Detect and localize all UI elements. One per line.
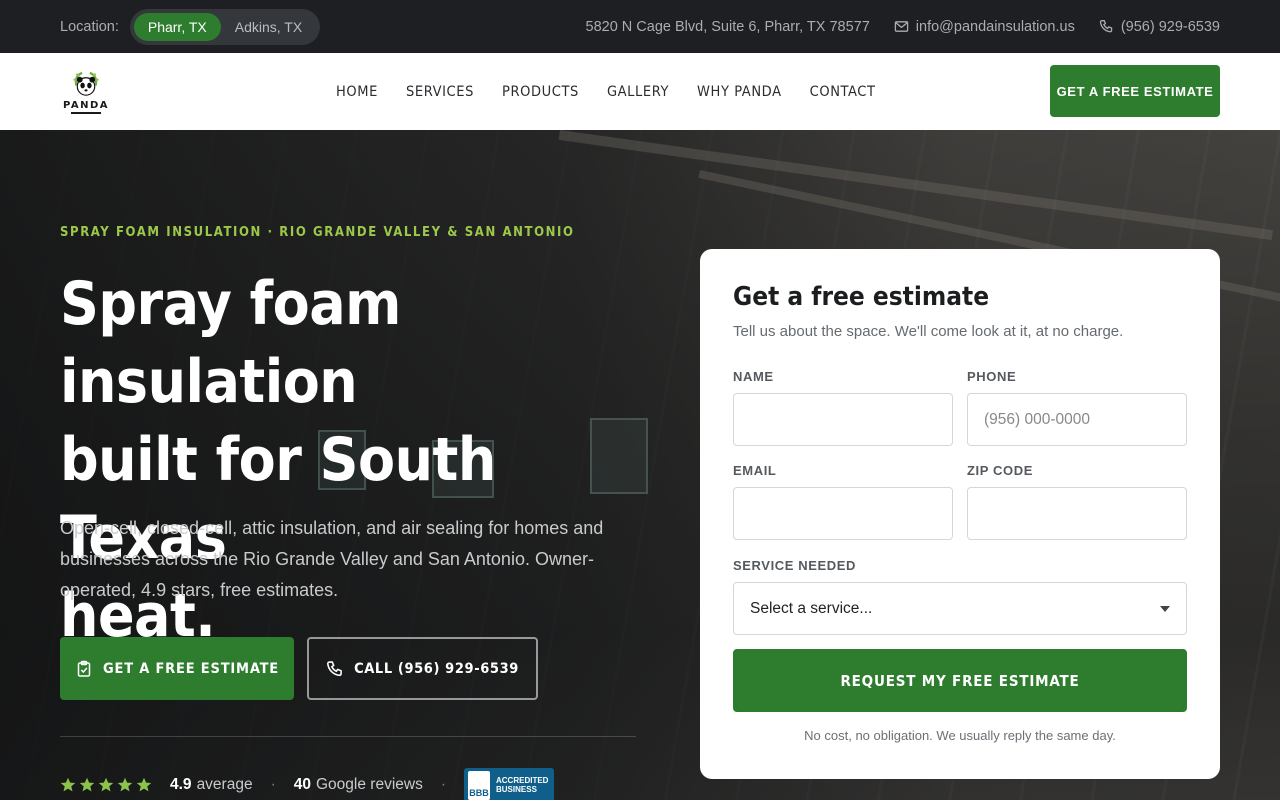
rating-suffix: average: [196, 776, 253, 793]
site-header: PANDA HOME SERVICES PRODUCTS GALLERY WHY…: [0, 53, 1280, 130]
reviews-count: 40: [293, 776, 311, 793]
star-rating: [60, 777, 152, 793]
location-switcher: Pharr, TX Adkins, TX: [129, 8, 321, 45]
star-icon: [136, 777, 152, 792]
hero-call-button[interactable]: CALL (956) 929-6539: [307, 637, 538, 700]
phone-icon: [1099, 20, 1113, 33]
mail-icon: [894, 21, 909, 32]
chevron-down-icon: [1160, 605, 1170, 612]
clipboard-check-icon: [77, 660, 91, 677]
rating-value: 4.9: [170, 776, 192, 793]
separator-dot: ·: [440, 776, 446, 793]
phone-text: (956) 929-6539: [1120, 18, 1220, 35]
panda-logo-icon: [73, 71, 99, 96]
location-option-adkins[interactable]: Adkins, TX: [221, 13, 316, 41]
service-select[interactable]: Select a service...: [733, 582, 1187, 635]
nav-products[interactable]: PRODUCTS: [502, 84, 579, 100]
hero-estimate-label: GET A FREE ESTIMATE: [102, 660, 280, 677]
logo-underline: [71, 111, 101, 114]
zip-input[interactable]: [967, 487, 1187, 540]
logo-wordmark: PANDA: [62, 99, 110, 111]
form-note: No cost, no obligation. We usually reply…: [804, 728, 1116, 743]
form-title: Get a free estimate: [733, 282, 990, 312]
service-label: SERVICE NEEDED: [733, 558, 857, 573]
email-link[interactable]: info@pandainsulation.us: [894, 19, 1075, 35]
bbb-logo: BBB: [468, 770, 490, 800]
bbb-label: ACCREDITED BUSINESS: [496, 776, 548, 794]
name-label: NAME: [733, 369, 774, 384]
star-icon: [98, 777, 114, 792]
nav-services[interactable]: SERVICES: [406, 84, 474, 100]
hero-estimate-button[interactable]: GET A FREE ESTIMATE: [60, 637, 294, 700]
star-icon: [79, 777, 95, 792]
hero-section: SPRAY FOAM INSULATION · RIO GRANDE VALLE…: [0, 130, 1280, 800]
star-icon: [60, 777, 76, 792]
main-nav: HOME SERVICES PRODUCTS GALLERY WHY PANDA…: [336, 53, 876, 130]
nav-home[interactable]: HOME: [336, 84, 378, 100]
panda-logo[interactable]: PANDA: [60, 70, 112, 114]
bbb-label-line-1: ACCREDITED: [496, 776, 549, 785]
form-subtitle: Tell us about the space. We'll come look…: [733, 323, 1124, 340]
nav-why-panda[interactable]: WHY PANDA: [697, 84, 782, 100]
hero-description: Open-cell, closed-cell, attic insulation…: [60, 518, 604, 600]
hero-eyebrow: SPRAY FOAM INSULATION · RIO GRANDE VALLE…: [60, 225, 575, 240]
name-input[interactable]: [733, 393, 953, 446]
utility-bar: Location: Pharr, TX Adkins, TX 5820 N Ca…: [0, 0, 1280, 53]
bbb-badge[interactable]: BBB ACCREDITED BUSINESS: [464, 767, 554, 800]
reviews-suffix: Google reviews: [316, 776, 423, 793]
phone-link[interactable]: (956) 929-6539: [1099, 19, 1220, 35]
nav-contact[interactable]: CONTACT: [810, 84, 876, 100]
location-label: Location:: [60, 18, 119, 35]
trust-row: 4.9 average · 40 Google reviews · BBB AC…: [60, 763, 554, 800]
headline-line-1: Spray foam insulation: [60, 269, 401, 417]
phone-input[interactable]: (956) 000-0000: [967, 393, 1187, 446]
location-option-pharr[interactable]: Pharr, TX: [133, 12, 221, 41]
contact-info: 5820 N Cage Blvd, Suite 6, Pharr, TX 785…: [586, 19, 1220, 35]
estimate-form-card: Get a free estimate Tell us about the sp…: [700, 249, 1220, 779]
hero-call-label: CALL (956) 929-6539: [354, 660, 519, 677]
submit-estimate-button[interactable]: REQUEST MY FREE ESTIMATE: [733, 649, 1187, 712]
hero-divider: [60, 736, 636, 737]
separator-dot: ·: [270, 776, 276, 793]
email-label: EMAIL: [733, 463, 777, 478]
email-input[interactable]: [733, 487, 953, 540]
header-estimate-button[interactable]: GET A FREE ESTIMATE: [1050, 65, 1220, 117]
address-text: 5820 N Cage Blvd, Suite 6, Pharr, TX 785…: [585, 18, 870, 35]
phone-icon: [327, 660, 342, 676]
zip-label: ZIP CODE: [967, 463, 1033, 478]
bbb-label-line-2: BUSINESS: [496, 785, 537, 794]
star-icon: [117, 777, 133, 792]
nav-gallery[interactable]: GALLERY: [607, 84, 669, 100]
phone-label: PHONE: [967, 369, 1017, 384]
email-text: info@pandainsulation.us: [915, 18, 1075, 35]
service-selected-value: Select a service...: [750, 599, 873, 617]
